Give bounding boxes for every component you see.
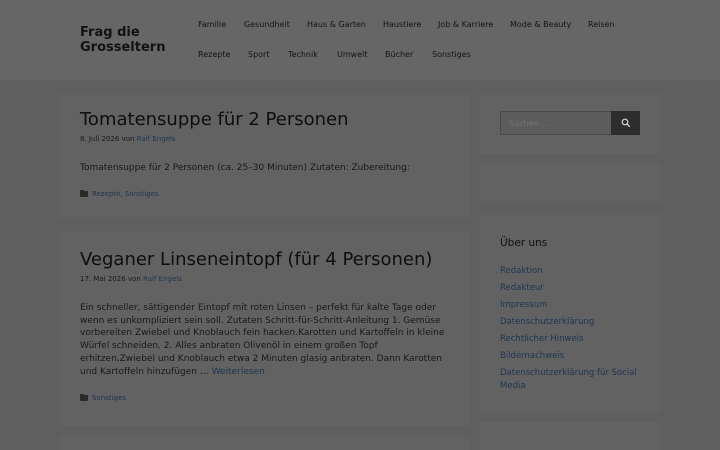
nav-item-gesundheit[interactable]: Gesundheit [244,20,290,29]
site-header: Frag die Grosseltern Familie Gesundheit … [0,0,720,80]
post-by-label: von [121,135,135,143]
post-categories: Rezepte, Sonstiges [80,189,159,198]
search-button[interactable] [611,111,640,135]
sidebar-widget-partial [480,422,660,450]
post-excerpt: Ein schneller, sättigender Eintopf mit r… [80,302,450,378]
read-more-link[interactable]: Weiterlesen [212,367,265,377]
link-datenschutz[interactable]: Datenschutzerklärung [500,316,645,329]
post-title[interactable]: Veganer Linseneintopf (für 4 Personen) [80,249,432,270]
nav-item-haustiere[interactable]: Haustiere [383,20,421,29]
sidebar-widget [480,164,660,203]
post-date: 8. Juli 2026 [80,135,120,143]
link-datenschutz-social-media[interactable]: Datenschutzerklärung für Social Media [500,367,645,392]
post-excerpt-text: Ein schneller, sättigender Eintopf mit r… [80,303,445,377]
post-card: Tomatensuppe für 2 Personen 8. Juli 2026… [60,93,470,219]
post-author-link[interactable]: Ralf Engels [137,135,176,143]
search-input[interactable] [500,111,612,135]
nav-item-sport[interactable]: Sport [248,50,269,59]
post-meta: 8. Juli 2026 von Ralf Engels [80,135,176,143]
nav-item-job-karriere[interactable]: Job & Karriere [438,20,493,29]
site-title[interactable]: Frag die Grosseltern [80,25,180,55]
nav-item-haus-garten[interactable]: Haus & Garten [307,20,366,29]
search-icon [621,118,630,128]
link-redakteur[interactable]: Redakteur [500,282,645,295]
post-categories: Sonstiges [80,393,126,402]
nav-item-umwelt[interactable]: Umwelt [337,50,367,59]
search-widget [480,93,660,154]
nav-item-mode-beauty[interactable]: Mode & Beauty [510,20,571,29]
folder-icon [80,189,88,197]
link-redaktion[interactable]: Redaktion [500,265,645,278]
about-widget: Über uns Redaktion Redakteur Impressum D… [480,213,660,412]
widget-title: Über uns [500,237,548,249]
post-date: 17. Mai 2026 [80,275,126,283]
post-title[interactable]: Tomatensuppe für 2 Personen [80,109,349,130]
nav-item-familie[interactable]: Familie [198,20,226,29]
nav-item-reisen[interactable]: Reisen [588,20,615,29]
post-excerpt: Tomatensuppe für 2 Personen (ca. 25–30 M… [80,163,410,173]
nav-item-sonstiges[interactable]: Sonstiges [432,50,471,59]
post-author-link[interactable]: Ralf Engels [143,275,182,283]
post-category-link[interactable]: Sonstiges [92,394,126,402]
post-card-partial [60,436,470,450]
post-meta: 17. Mai 2026 von Ralf Engels [80,275,182,283]
link-impressum[interactable]: Impressum [500,299,645,312]
folder-icon [80,393,88,401]
post-category-links[interactable]: Rezepte, Sonstiges [92,190,159,198]
link-bildernachweis[interactable]: Bildernachweis [500,350,645,363]
nav-item-buecher[interactable]: Bücher [385,50,413,59]
post-card: Veganer Linseneintopf (für 4 Personen) 1… [60,232,470,426]
link-rechtlicher-hinweis[interactable]: Rechtlicher Hinweis [500,333,645,346]
nav-item-rezepte[interactable]: Rezepte [198,50,230,59]
post-by-label: von [127,275,141,283]
nav-item-technik[interactable]: Technik [288,50,318,59]
